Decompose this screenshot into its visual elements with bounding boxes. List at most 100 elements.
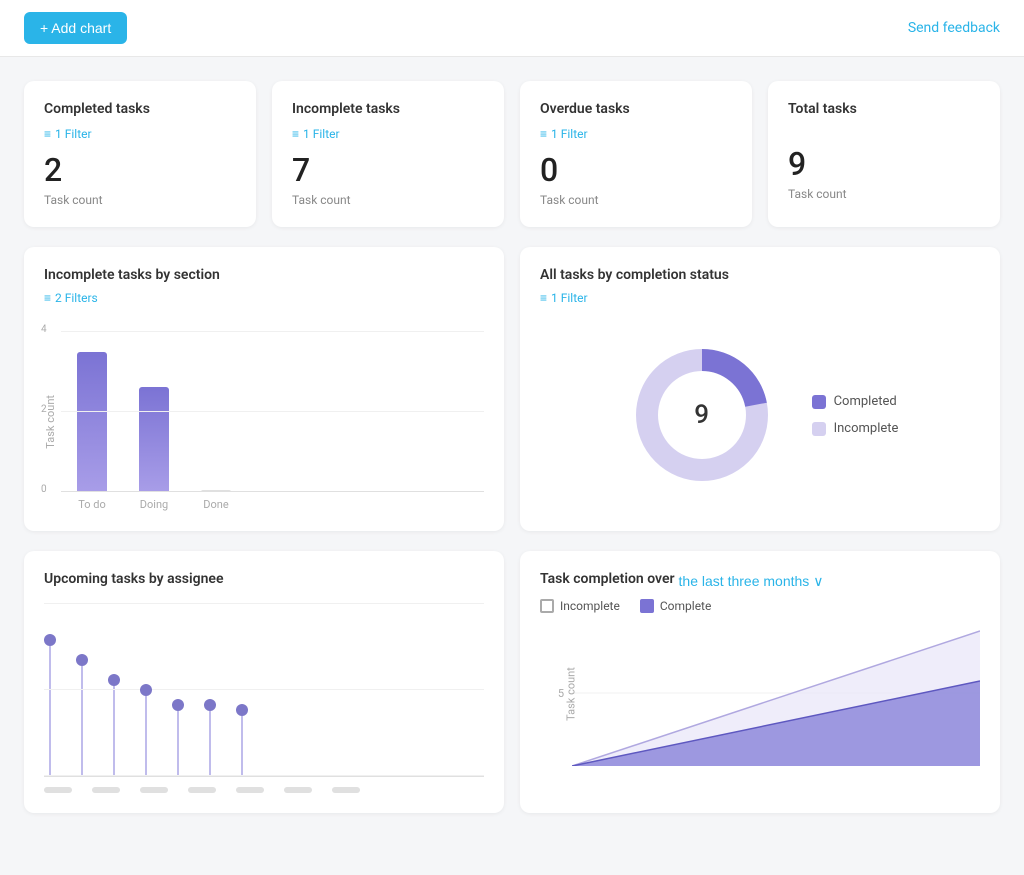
lollipop-stick-4 (177, 711, 179, 776)
bar-done (201, 490, 231, 492)
area-chart-title: Task completion over (540, 571, 675, 587)
completed-tasks-filter[interactable]: ≡ 1 Filter (44, 127, 92, 141)
completed-tasks-label: Task count (44, 193, 236, 207)
metric-cards-row: Completed tasks ≡ 1 Filter 2 Task count … (24, 81, 1000, 227)
filter-icon: ≡ (540, 291, 547, 305)
lollipop-ball-5 (204, 699, 216, 711)
filter-icon: ≡ (44, 291, 51, 305)
bar-chart-y-label: Task count (44, 395, 57, 449)
completed-tasks-title: Completed tasks (44, 101, 236, 117)
legend-complete-area: Complete (640, 599, 712, 613)
legend-incomplete-area: Incomplete (540, 599, 620, 613)
top-bar: + Add chart Send feedback (0, 0, 1024, 57)
lollipop-xlabel-1 (92, 787, 120, 793)
area-chart-title-row: Task completion over the last three mont… (540, 571, 980, 591)
lollipop-stick-2 (113, 686, 115, 776)
completed-tasks-number: 2 (44, 151, 236, 189)
lollipop-xlabel-0 (44, 787, 72, 793)
bar-chart-filter[interactable]: ≡ 2 Filters (44, 291, 98, 305)
donut-chart-title: All tasks by completion status (540, 267, 980, 283)
add-chart-button[interactable]: + Add chart (24, 12, 127, 44)
lollipop-ball-3 (140, 684, 152, 696)
legend-completed-dot (812, 395, 826, 409)
bar-doing (139, 387, 169, 492)
time-period-button[interactable]: the last three months ∨ (679, 573, 824, 590)
donut-area: 9 Completed Incomplete (540, 335, 980, 495)
bar-label-done: Done (201, 498, 231, 511)
completed-tasks-card: Completed tasks ≡ 1 Filter 2 Task count (24, 81, 256, 227)
total-tasks-title: Total tasks (788, 101, 980, 117)
filter-icon: ≡ (292, 127, 299, 141)
dashboard: Completed tasks ≡ 1 Filter 2 Task count … (0, 57, 1024, 837)
incomplete-tasks-filter[interactable]: ≡ 1 Filter (292, 127, 340, 141)
legend-complete-text: Complete (660, 599, 712, 613)
donut-chart-card: All tasks by completion status ≡ 1 Filte… (520, 247, 1000, 531)
send-feedback-link[interactable]: Send feedback (908, 20, 1000, 36)
lollipop-chart-card: Upcoming tasks by assignee (24, 551, 504, 813)
lollipop-ball-6 (236, 704, 248, 716)
lollipop-ball-1 (76, 654, 88, 666)
overdue-tasks-filter[interactable]: ≡ 1 Filter (540, 127, 588, 141)
incomplete-tasks-card: Incomplete tasks ≡ 1 Filter 7 Task count (272, 81, 504, 227)
lollipop-xlabel-3 (188, 787, 216, 793)
lollipop-xlabel-5 (284, 787, 312, 793)
bar-chart-card: Incomplete tasks by section ≡ 2 Filters … (24, 247, 504, 531)
lollipop-stick-0 (49, 646, 51, 776)
bar-done-rect (201, 490, 231, 492)
overdue-tasks-label: Task count (540, 193, 732, 207)
area-chart-card: Task completion over the last three mont… (520, 551, 1000, 813)
bar-todo-rect (77, 352, 107, 492)
overdue-tasks-card: Overdue tasks ≡ 1 Filter 0 Task count (520, 81, 752, 227)
lollipop-item-6 (236, 704, 248, 776)
total-tasks-label: Task count (788, 187, 980, 201)
total-tasks-card: Total tasks 9 Task count (768, 81, 1000, 227)
legend-incomplete-label: Incomplete (834, 421, 899, 436)
overdue-tasks-number: 0 (540, 151, 732, 189)
lollipop-item-1 (76, 654, 88, 776)
legend-completed: Completed (812, 394, 899, 409)
area-svg-container: Task count (572, 621, 980, 766)
legend-completed-label: Completed (834, 394, 897, 409)
lollipop-ball-4 (172, 699, 184, 711)
charts-row-1: Incomplete tasks by section ≡ 2 Filters … (24, 247, 1000, 531)
filter-icon: ≡ (540, 127, 547, 141)
area-y-label-5: 5 (558, 687, 564, 700)
bar-label-todo: To do (77, 498, 107, 511)
bar-todo (77, 352, 107, 492)
donut-wrapper: 9 (622, 335, 782, 495)
lollipop-xlabel-4 (236, 787, 264, 793)
lollipop-ball-0 (44, 634, 56, 646)
chevron-down-icon: ∨ (813, 573, 823, 589)
area-chart-y-axis-label: Task count (564, 667, 577, 721)
bar-doing-rect (139, 387, 169, 492)
lollipop-stick-5 (209, 711, 211, 776)
bar-label-doing: Doing (139, 498, 169, 511)
filter-icon: ≡ (44, 127, 51, 141)
total-tasks-number: 9 (788, 145, 980, 183)
legend-complete-box (640, 599, 654, 613)
bar-chart-container: Task count 4 2 (44, 331, 484, 511)
incomplete-tasks-title: Incomplete tasks (292, 101, 484, 117)
bar-chart-title: Incomplete tasks by section (44, 267, 484, 283)
lollipop-item-0 (44, 634, 56, 776)
lollipop-item-3 (140, 684, 152, 776)
lollipop-chart-title: Upcoming tasks by assignee (44, 571, 484, 587)
charts-row-2: Upcoming tasks by assignee (24, 551, 1000, 813)
lollipop-item-5 (204, 699, 216, 776)
donut-chart-filter[interactable]: ≡ 1 Filter (540, 291, 588, 305)
lollipop-stick-3 (145, 696, 147, 776)
area-chart-legend: Incomplete Complete (540, 599, 980, 613)
donut-legend: Completed Incomplete (812, 394, 899, 436)
lollipop-stick-1 (81, 666, 83, 776)
legend-incomplete-box (540, 599, 554, 613)
area-chart-svg-wrapper: 5 (540, 621, 980, 766)
lollipop-stick-6 (241, 716, 243, 776)
lollipop-xlabel-6 (332, 787, 360, 793)
legend-incomplete-dot (812, 422, 826, 436)
donut-center-number: 9 (694, 400, 709, 430)
legend-incomplete-text: Incomplete (560, 599, 620, 613)
legend-incomplete: Incomplete (812, 421, 899, 436)
incomplete-tasks-label: Task count (292, 193, 484, 207)
overdue-tasks-title: Overdue tasks (540, 101, 732, 117)
lollipop-item-2 (108, 674, 120, 776)
